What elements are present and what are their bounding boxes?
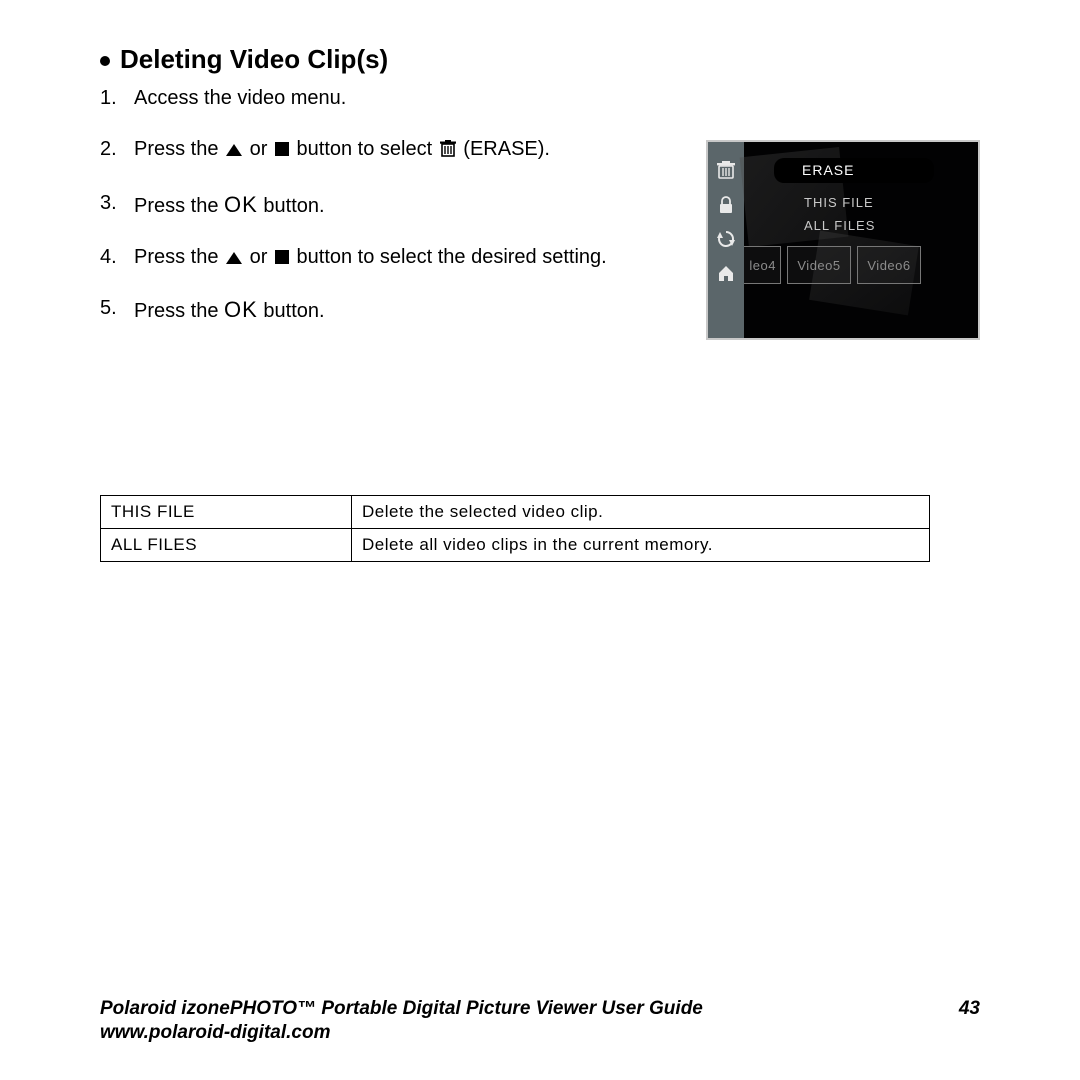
page-number: 43 — [959, 998, 980, 1020]
video-thumb: Video5 — [787, 246, 851, 284]
page-footer: Polaroid izonePHOTO™ Portable Digital Pi… — [100, 998, 980, 1044]
text-fragment: button to select — [297, 138, 438, 160]
device-screenshot: ERASE THIS FILE ALL FILES leo4 Video5 Vi… — [706, 140, 980, 340]
trash-icon — [716, 160, 736, 180]
table-row: ALL FILES Delete all video clips in the … — [101, 529, 930, 562]
device-sidebar — [708, 142, 744, 338]
step-number: 5. — [100, 295, 134, 325]
ok-label: OK — [224, 297, 258, 322]
text-fragment: Press the — [134, 195, 224, 217]
stop-square-icon — [275, 250, 289, 264]
trash-icon — [440, 139, 456, 166]
text-fragment: or — [250, 246, 273, 268]
lock-icon — [717, 196, 735, 214]
step-5: 5. Press the OK button. — [100, 295, 660, 325]
step-text: Press the OK button. — [134, 295, 660, 325]
up-triangle-icon — [226, 252, 242, 264]
text-fragment: Press the — [134, 246, 224, 268]
step-text: Access the video menu. — [134, 85, 660, 112]
device-main: ERASE THIS FILE ALL FILES leo4 Video5 Vi… — [744, 142, 978, 338]
text-fragment: or — [250, 138, 273, 160]
text-fragment: button. — [263, 300, 324, 322]
text-fragment: Press the — [134, 138, 224, 160]
rotate-icon — [717, 230, 735, 248]
footer-url: www.polaroid-digital.com — [100, 1022, 980, 1044]
option-desc: Delete the selected video clip. — [352, 496, 930, 529]
menu-item-all-files: ALL FILES — [774, 214, 934, 237]
step-text: Press the or button to select (ERASE). — [134, 136, 660, 166]
option-desc: Delete all video clips in the current me… — [352, 529, 930, 562]
step-number: 1. — [100, 85, 134, 112]
option-name: THIS FILE — [101, 496, 352, 529]
stop-square-icon — [275, 142, 289, 156]
step-text: Press the or button to select the desire… — [134, 244, 660, 271]
up-triangle-icon — [226, 144, 242, 156]
step-4: 4. Press the or button to select the des… — [100, 244, 660, 271]
video-thumb: Video6 — [857, 246, 921, 284]
step-2: 2. Press the or button to select (ERASE)… — [100, 136, 660, 166]
options-table: THIS FILE Delete the selected video clip… — [100, 495, 930, 562]
section-heading: Deleting Video Clip(s) — [100, 44, 1020, 75]
ok-label: OK — [224, 192, 258, 217]
text-fragment: (ERASE). — [463, 138, 550, 160]
text-fragment: button to select the desired setting. — [297, 246, 607, 268]
instruction-list: 1. Access the video menu. 2. Press the o… — [100, 85, 660, 325]
option-name: ALL FILES — [101, 529, 352, 562]
bullet-icon — [100, 56, 110, 66]
step-number: 3. — [100, 190, 134, 220]
step-number: 4. — [100, 244, 134, 271]
thumbnail-row: leo4 Video5 Video6 — [744, 246, 972, 284]
erase-menu: ERASE THIS FILE ALL FILES — [774, 158, 934, 237]
step-text: Press the OK button. — [134, 190, 660, 220]
text-fragment: button. — [263, 195, 324, 217]
heading-text: Deleting Video Clip(s) — [120, 44, 388, 74]
menu-title: ERASE — [774, 158, 934, 183]
menu-item-this-file: THIS FILE — [774, 191, 934, 214]
table-row: THIS FILE Delete the selected video clip… — [101, 496, 930, 529]
step-1: 1. Access the video menu. — [100, 85, 660, 112]
step-3: 3. Press the OK button. — [100, 190, 660, 220]
footer-title: Polaroid izonePHOTO™ Portable Digital Pi… — [100, 998, 703, 1020]
video-thumb: leo4 — [744, 246, 781, 284]
step-number: 2. — [100, 136, 134, 166]
home-icon — [717, 264, 735, 282]
text-fragment: Press the — [134, 300, 224, 322]
